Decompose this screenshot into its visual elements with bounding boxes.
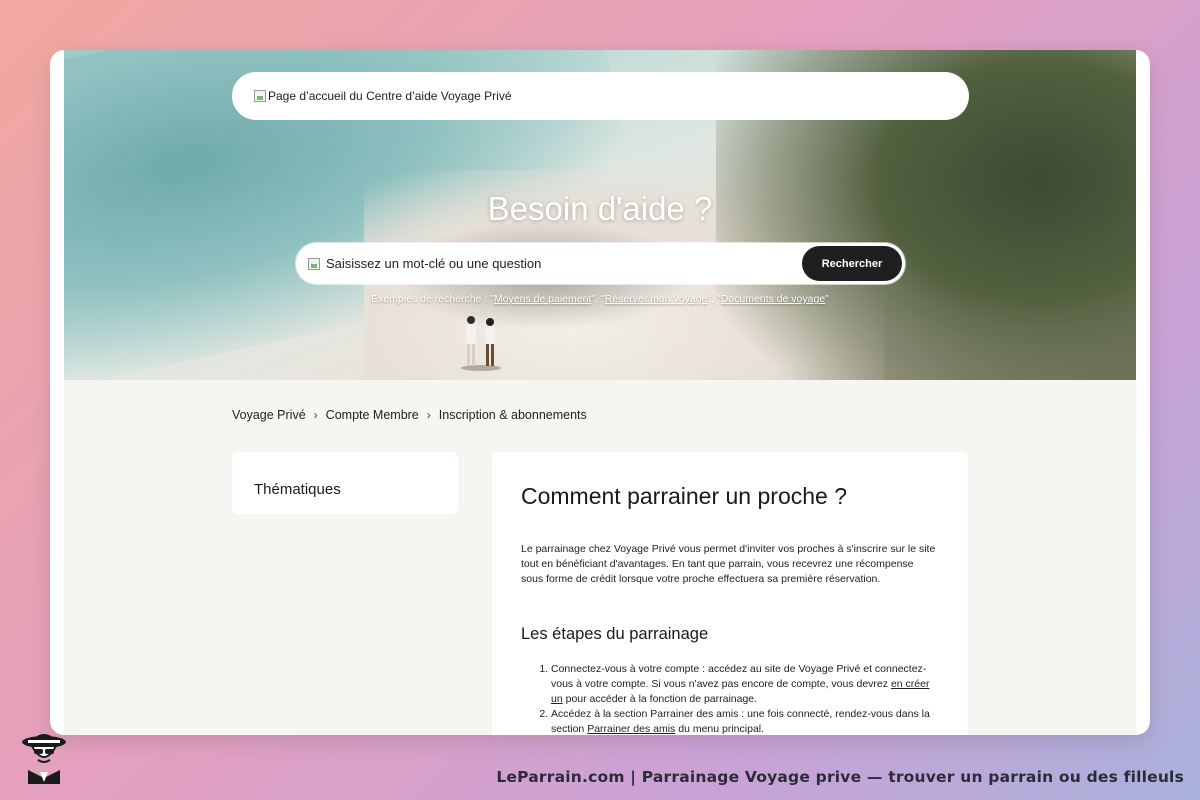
sidebar-title: Thématiques [254, 481, 341, 498]
sidebar-themes: Thématiques [232, 452, 458, 514]
article-title: Comment parrainer un proche ? [521, 483, 847, 509]
search-examples: Exemples de recherche : "Moyens de paiem… [64, 293, 1136, 305]
breadcrumb-item-account[interactable]: Compte Membre [326, 408, 419, 422]
refer-friends-link[interactable]: Parrainer des amis [587, 723, 675, 735]
example-link-booking[interactable]: Réserver mon voyage [605, 293, 708, 305]
chevron-right-icon: › [426, 408, 431, 422]
breadcrumb-item-signup[interactable]: Inscription & abonnements [439, 408, 587, 422]
steps-list: Connectez-vous à votre compte : accédez … [521, 662, 938, 735]
search-bar: Rechercher [296, 243, 905, 284]
step-text: du menu principal. [675, 723, 765, 735]
examples-separator: ", " [707, 293, 721, 305]
browser-card: Page d’accueil du Centre d’aide Voyage P… [50, 50, 1150, 735]
hero-banner: Page d’accueil du Centre d’aide Voyage P… [64, 50, 1136, 380]
top-nav-bar: Page d’accueil du Centre d’aide Voyage P… [232, 72, 969, 120]
hero-title: Besoin d'aide ? [487, 190, 713, 227]
search-input[interactable] [326, 256, 802, 271]
article-intro: Le parrainage chez Voyage Privé vous per… [521, 543, 936, 585]
search-button[interactable]: Rechercher [802, 246, 902, 281]
examples-separator: ", " [591, 293, 605, 305]
search-icon [308, 257, 320, 270]
list-item: Accédez à la section Parrainer des amis … [551, 707, 938, 735]
chevron-right-icon: › [313, 408, 318, 422]
breadcrumb: Voyage Privé › Compte Membre › Inscripti… [232, 408, 587, 422]
home-logo-link[interactable]: Page d’accueil du Centre d’aide Voyage P… [254, 89, 512, 103]
broken-image-icon [254, 90, 266, 102]
examples-prefix: Exemples de recherche : " [371, 293, 494, 305]
article-content: Comment parrainer un proche ? Le parrain… [492, 452, 968, 735]
logo-alt-text: Page d’accueil du Centre d’aide Voyage P… [268, 89, 512, 103]
step-text: Connectez-vous à votre compte : accédez … [551, 663, 927, 690]
footer-caption: LeParrain.com | Parrainage Voyage prive … [496, 768, 1184, 786]
example-link-payment[interactable]: Moyens de paiement [494, 293, 591, 305]
step-text: pour accéder à la fonction de parrainage… [562, 693, 758, 705]
help-center-page: Page d’accueil du Centre d’aide Voyage P… [64, 50, 1136, 735]
list-item: Connectez-vous à votre compte : accédez … [551, 662, 938, 707]
breadcrumb-item-home[interactable]: Voyage Privé [232, 408, 306, 422]
examples-suffix: " [825, 293, 829, 305]
example-link-documents[interactable]: Documents de voyage [721, 293, 825, 305]
article-section-title: Les étapes du parrainage [521, 625, 709, 643]
hero-people-illustration [461, 316, 501, 371]
leparrain-logo-icon [22, 734, 66, 784]
